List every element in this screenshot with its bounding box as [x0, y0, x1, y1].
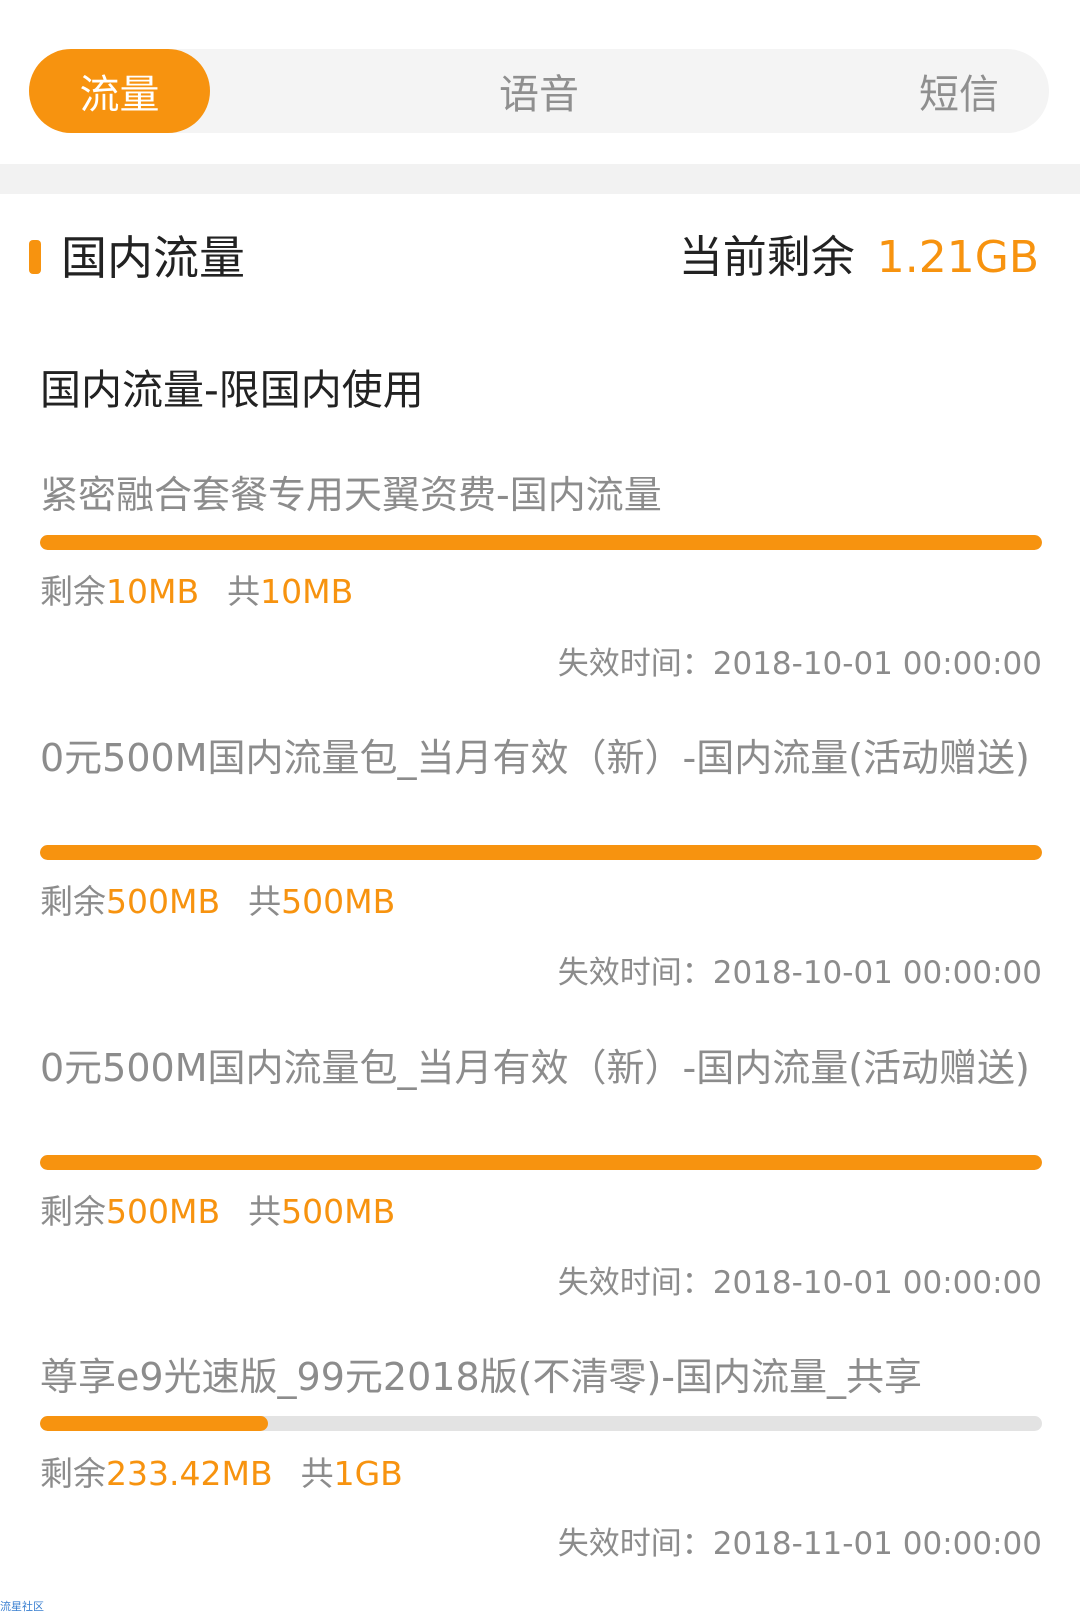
section-title: 国内流量 [61, 231, 245, 285]
expiry-time: 失效时间：2018-10-01 00:00:00 [558, 953, 1042, 993]
total-label: 共 [248, 1192, 282, 1231]
expiry-time: 失效时间：2018-10-01 00:00:00 [558, 644, 1042, 684]
usage-progress-fill [40, 845, 1042, 860]
section-header: 国内流量 当前剩余 1.21GB [29, 226, 1039, 290]
total-label: 共 [300, 1454, 334, 1493]
remaining-value: 500MB [106, 882, 221, 921]
remaining-label: 剩余 [40, 1192, 106, 1231]
remaining-label: 剩余 [40, 1454, 106, 1493]
tab-data[interactable]: 流量 [29, 49, 210, 133]
remaining-value: 500MB [106, 1192, 221, 1231]
expiry-value: 2018-11-01 00:00:00 [712, 1526, 1042, 1562]
package-name: 尊享e9光速版_99元2018版(不清零)-国内流量_共享 [40, 1355, 922, 1399]
current-remaining: 当前剩余 1.21GB [679, 226, 1039, 299]
expiry-label: 失效时间： [557, 955, 713, 991]
usage-summary: 剩余10MB 共10MB [40, 570, 353, 614]
expiry-label: 失效时间： [557, 646, 713, 682]
package-item: 0元500M国内流量包_当月有效（新）-国内流量(活动赠送) 剩余500MB 共5… [40, 733, 1042, 1003]
remaining-value: 10MB [106, 572, 200, 611]
total-value: 500MB [281, 1192, 396, 1231]
total-value: 500MB [281, 882, 396, 921]
package-item: 紧密融合套餐专用天翼资费-国内流量 剩余10MB 共10MB 失效时间：2018-… [40, 470, 1042, 700]
usage-progress-fill [40, 535, 1042, 550]
package-name: 紧密融合套餐专用天翼资费-国内流量 [40, 473, 662, 517]
remaining-label: 剩余 [40, 882, 106, 921]
usage-progress-bar [40, 845, 1042, 860]
usage-progress-bar [40, 1416, 1042, 1431]
usage-summary: 剩余500MB 共500MB [40, 1190, 395, 1234]
usage-progress-bar [40, 535, 1042, 550]
tab-bar: 流量 语音 短信 [29, 49, 1049, 133]
expiry-time: 失效时间：2018-10-01 00:00:00 [558, 1263, 1042, 1303]
package-name: 0元500M国内流量包_当月有效（新）-国内流量(活动赠送) [40, 1046, 1030, 1090]
current-remaining-label: 当前剩余 [678, 232, 855, 283]
expiry-value: 2018-10-01 00:00:00 [712, 646, 1042, 682]
current-remaining-value: 1.21GB [876, 232, 1039, 283]
section-divider [0, 164, 1080, 194]
tab-sms[interactable]: 短信 [869, 49, 1049, 133]
total-value: 1GB [333, 1454, 403, 1493]
expiry-label: 失效时间： [557, 1265, 713, 1301]
usage-summary: 剩余233.42MB 共1GB [40, 1452, 403, 1496]
package-item: 0元500M国内流量包_当月有效（新）-国内流量(活动赠送) 剩余500MB 共5… [40, 1043, 1042, 1313]
usage-progress-bar [40, 1155, 1042, 1170]
expiry-value: 2018-10-01 00:00:00 [712, 955, 1042, 991]
expiry-time: 失效时间：2018-11-01 00:00:00 [558, 1524, 1042, 1564]
total-value: 10MB [260, 572, 354, 611]
expiry-label: 失效时间： [557, 1526, 713, 1562]
total-label: 共 [227, 572, 261, 611]
subheading: 国内流量-限国内使用 [40, 366, 424, 414]
accent-bar [29, 240, 41, 274]
remaining-value: 233.42MB [106, 1454, 273, 1493]
page: 流量 语音 短信 国内流量 当前剩余 1.21GB 国内流量-限国内使用 紧密融合… [0, 0, 1080, 1614]
usage-progress-fill [40, 1416, 269, 1431]
package-name: 0元500M国内流量包_当月有效（新）-国内流量(活动赠送) [40, 736, 1030, 780]
total-label: 共 [248, 882, 282, 921]
usage-progress-fill [40, 1155, 1042, 1170]
remaining-label: 剩余 [40, 572, 106, 611]
package-item: 尊享e9光速版_99元2018版(不清零)-国内流量_共享 剩余233.42MB… [40, 1352, 1042, 1602]
watermark: 流星社区 [0, 1600, 44, 1613]
usage-summary: 剩余500MB 共500MB [40, 880, 395, 924]
tab-voice[interactable]: 语音 [429, 49, 649, 133]
expiry-value: 2018-10-01 00:00:00 [712, 1265, 1042, 1301]
